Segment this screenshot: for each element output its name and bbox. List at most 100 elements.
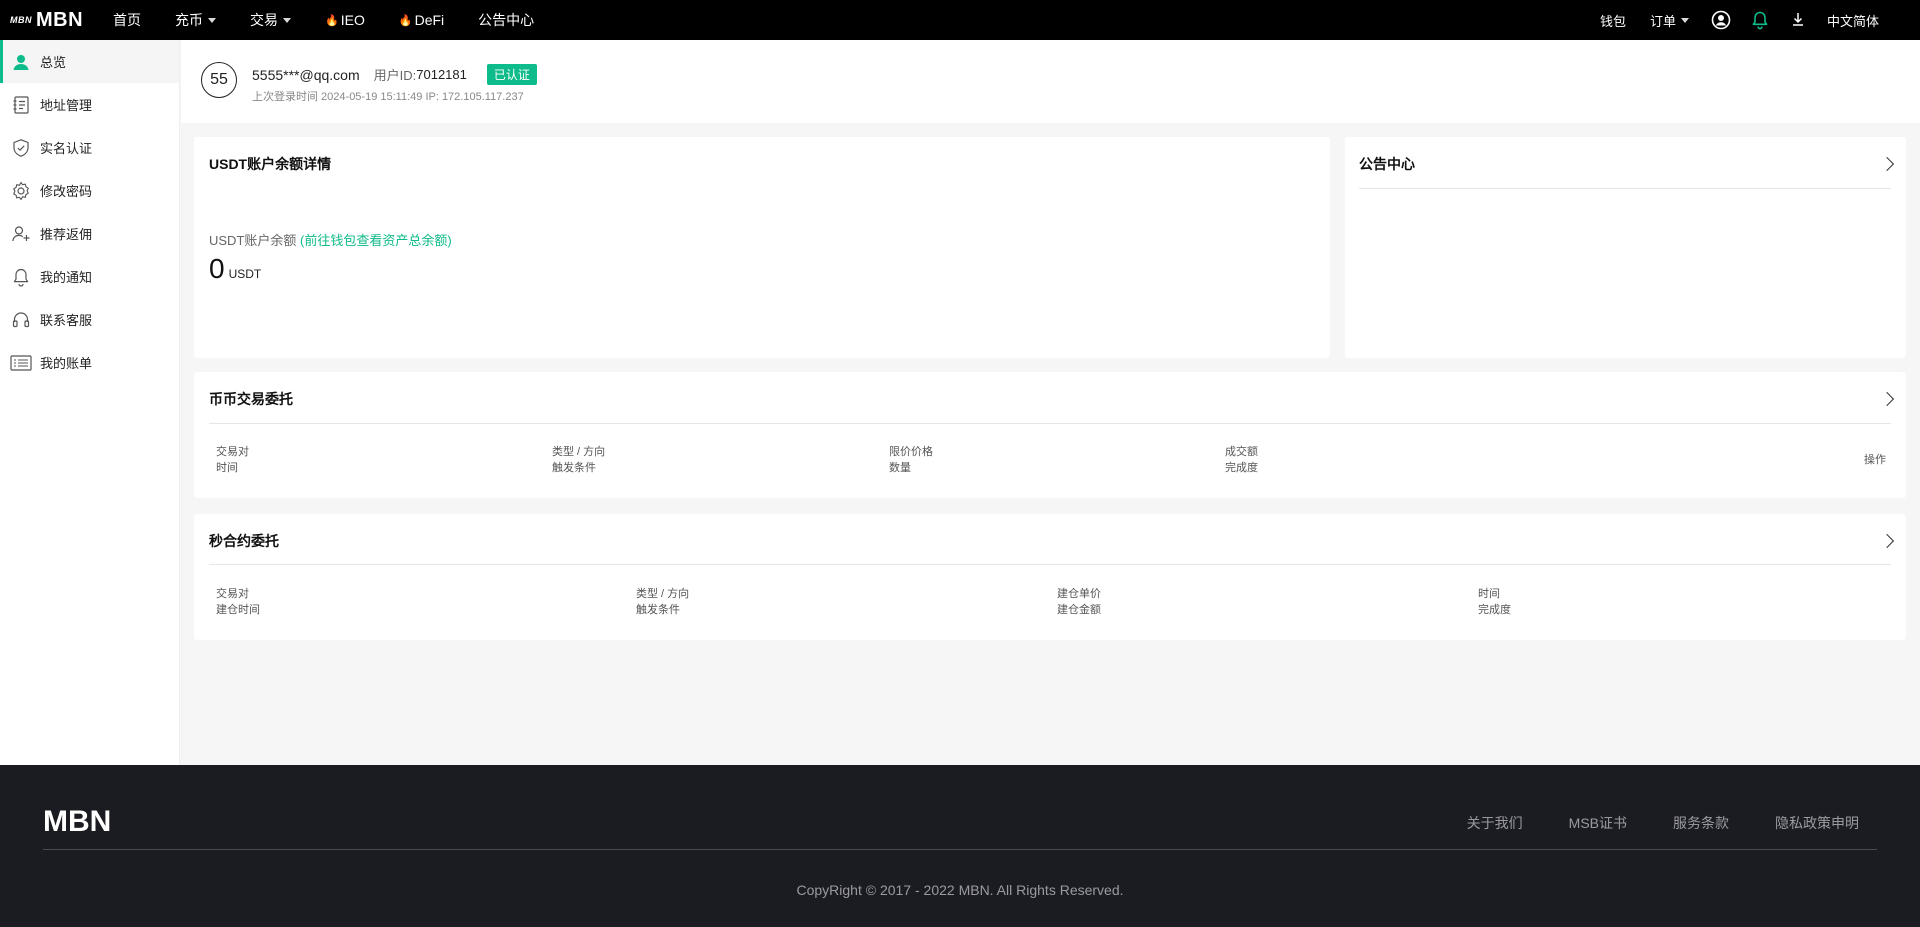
sidebar-item-address[interactable]: 地址管理	[0, 83, 179, 126]
chevron-right-icon[interactable]	[1879, 391, 1895, 407]
brand-logo[interactable]: MBN MBN	[10, 0, 83, 40]
sidebar-item-overview[interactable]: 总览	[0, 40, 179, 83]
user-id-value: 7012181	[416, 67, 467, 82]
column-header-action: 操作	[1864, 454, 1886, 466]
top-navbar: MBN MBN 首页 充币 交易 🔥 IEO 🔥 DeFi 公告中心 钱包 订单 中…	[0, 0, 1920, 40]
column-header-top: 类型 / 方向	[552, 446, 606, 458]
column-header-bottom: 建仓时间	[216, 604, 260, 616]
divider	[209, 564, 1891, 565]
column-header: 成交额 完成度	[1225, 444, 1258, 476]
second-orders-card: 秒合约委托 交易对 建仓时间 类型 / 方向 触发条件 建仓单价 建仓金额 时间…	[194, 514, 1906, 640]
chevron-right-icon[interactable]	[1879, 156, 1895, 172]
nav-defi[interactable]: 🔥 DeFi	[399, 12, 444, 28]
chevron-down-icon	[208, 17, 217, 23]
column-header: 类型 / 方向 触发条件	[636, 586, 689, 618]
column-header-bottom: 时间	[216, 462, 238, 474]
footer-links: 关于我们 MSB证书 服务条款 隐私政策申明	[1421, 813, 1859, 833]
user-icon	[10, 51, 32, 73]
logo-mark: MBN	[10, 15, 32, 25]
chevron-down-icon	[1680, 17, 1689, 23]
avatar: 55	[201, 62, 237, 98]
nav-ieo-label: IEO	[340, 12, 365, 28]
download-icon[interactable]	[1791, 12, 1805, 28]
sidebar-item-verification[interactable]: 实名认证	[0, 126, 179, 169]
bell-icon	[10, 266, 32, 288]
column-header: 类型 / 方向 触发条件	[552, 444, 605, 476]
column-header-bottom: 数量	[889, 462, 911, 474]
divider	[209, 423, 1891, 424]
verified-badge: 已认证	[486, 64, 537, 85]
column-header-top: 成交额	[1225, 446, 1258, 458]
balance-amount: 0	[209, 253, 225, 284]
column-header-bottom: 完成度	[1225, 462, 1258, 474]
language-label: 中文简体	[1826, 13, 1879, 29]
nav-trade-label: 交易	[250, 12, 279, 28]
nav-announcements[interactable]: 公告中心	[478, 10, 534, 30]
sidebar-item-referral[interactable]: 推荐返佣	[0, 212, 179, 255]
footer-logo[interactable]: MBN	[43, 805, 111, 839]
bell-icon[interactable]	[1751, 10, 1769, 30]
list-icon	[10, 352, 32, 374]
announcement-card: 公告中心	[1345, 137, 1906, 358]
user-plus-icon	[10, 223, 32, 245]
sidebar-item-label: 修改密码	[40, 184, 93, 199]
headset-icon	[10, 309, 32, 331]
nav-trade[interactable]: 交易	[250, 10, 292, 30]
sidebar-item-support[interactable]: 联系客服	[0, 298, 179, 341]
nav-wallet-label: 钱包	[1599, 13, 1626, 29]
column-header-bottom: 完成度	[1478, 604, 1511, 616]
sidebar-item-label: 联系客服	[40, 313, 93, 328]
footer-link-terms[interactable]: 服务条款	[1673, 813, 1729, 833]
chevron-right-icon[interactable]	[1879, 533, 1895, 549]
balance-card-title: USDT账户余额详情	[209, 156, 332, 172]
flame-icon: 🔥	[325, 14, 339, 27]
balance-value: 0 USDT	[209, 253, 261, 285]
sidebar-item-label: 我的账单	[40, 356, 93, 371]
main-nav: 首页 充币 交易 🔥 IEO 🔥 DeFi 公告中心	[113, 10, 568, 30]
nav-deposit-label: 充币	[175, 12, 204, 28]
column-header: 交易对 时间	[216, 444, 249, 476]
flame-icon: 🔥	[398, 14, 413, 27]
account-icon[interactable]	[1711, 10, 1731, 30]
column-header-top: 时间	[1478, 588, 1500, 600]
balance-label: USDT账户余额	[209, 233, 297, 248]
column-header: 交易对 建仓时间	[216, 586, 260, 618]
footer-link-msb[interactable]: MSB证书	[1569, 813, 1627, 833]
footer-divider	[43, 849, 1877, 850]
top-right-nav: 钱包 订单 中文简体	[1600, 0, 1920, 40]
nav-announcements-label: 公告中心	[478, 12, 535, 28]
column-header-bottom: 建仓金额	[1057, 604, 1101, 616]
sidebar-item-bills[interactable]: 我的账单	[0, 341, 179, 384]
spot-orders-title: 币币交易委托	[209, 391, 293, 407]
language-selector[interactable]: 中文简体	[1827, 11, 1879, 30]
column-header-top: 交易对	[216, 588, 249, 600]
nav-home[interactable]: 首页	[113, 10, 141, 30]
sidebar-item-label: 总览	[40, 55, 67, 70]
sidebar-item-password[interactable]: 修改密码	[0, 169, 179, 212]
divider	[1359, 188, 1891, 189]
user-email: 5555***@qq.com	[252, 66, 360, 83]
sidebar-item-notifications[interactable]: 我的通知	[0, 255, 179, 298]
sidebar-item-label: 推荐返佣	[40, 227, 93, 242]
footer-link-about[interactable]: 关于我们	[1467, 813, 1523, 833]
second-orders-title: 秒合约委托	[209, 533, 279, 549]
footer-link-privacy[interactable]: 隐私政策申明	[1775, 813, 1859, 833]
sidebar-item-label: 我的通知	[40, 270, 93, 285]
user-info: 5555***@qq.com 用户ID: 7012181 已认证	[252, 64, 537, 85]
nav-deposit[interactable]: 充币	[175, 10, 217, 30]
column-header-top: 类型 / 方向	[636, 588, 690, 600]
wallet-link[interactable]: (前往钱包查看资产总余额)	[300, 233, 452, 248]
nav-ieo[interactable]: 🔥 IEO	[325, 12, 365, 28]
footer: MBN 关于我们 MSB证书 服务条款 隐私政策申明 CopyRight © 2…	[0, 765, 1920, 927]
sidebar: 总览 地址管理 实名认证 修改密码 推荐返佣 我的通知 联系客服 我的账单	[0, 40, 180, 765]
sidebar-item-label: 地址管理	[40, 98, 93, 113]
copyright: CopyRight © 2017 - 2022 MBN. All Rights …	[796, 882, 1124, 898]
column-header: 建仓单价 建仓金额	[1057, 586, 1101, 618]
column-header-top: 建仓单价	[1057, 588, 1101, 600]
nav-orders[interactable]: 订单	[1650, 11, 1689, 30]
nav-wallet[interactable]: 钱包	[1600, 11, 1626, 30]
user-summary: 55 5555***@qq.com 用户ID: 7012181 已认证 上次登录…	[181, 40, 1920, 123]
gear-icon	[10, 180, 32, 202]
column-header-top: 交易对	[216, 446, 249, 458]
nav-orders-label: 订单	[1649, 13, 1676, 29]
